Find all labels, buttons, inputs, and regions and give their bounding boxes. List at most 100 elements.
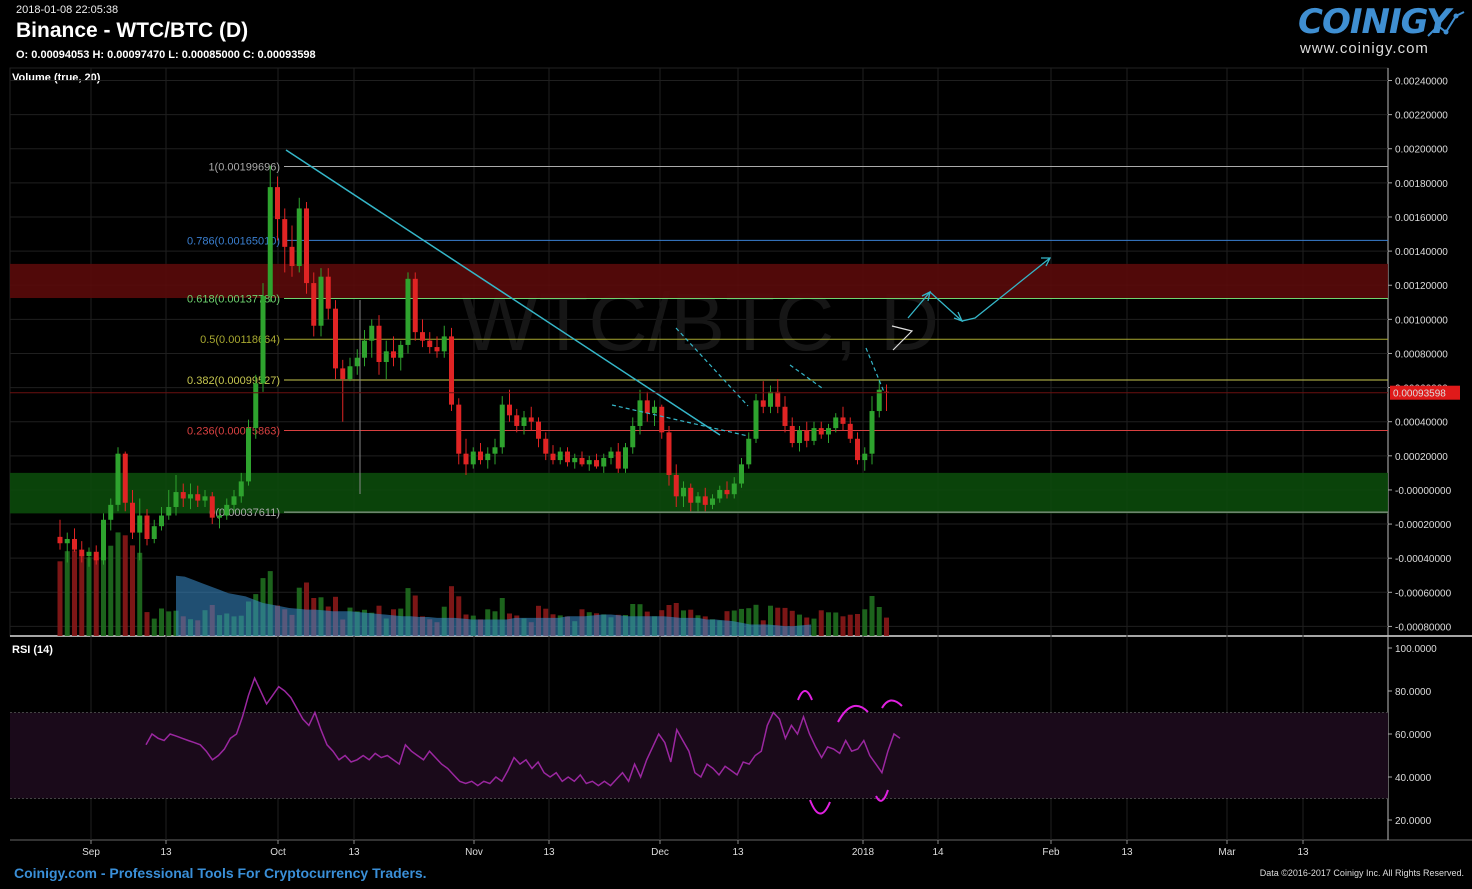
candle-body xyxy=(195,494,201,501)
volume-bar xyxy=(818,610,824,636)
candle-body xyxy=(108,504,114,520)
fib-label: 0.236(0.00075863) xyxy=(187,426,280,438)
volume-bar xyxy=(108,545,114,636)
candle-body xyxy=(869,411,875,454)
volume-bar xyxy=(151,618,157,636)
candle-body xyxy=(137,515,143,533)
volume-bar xyxy=(847,614,853,636)
candle-body xyxy=(652,406,657,414)
last-price-label: 0.00093598 xyxy=(1393,389,1446,400)
candle-body xyxy=(557,451,563,461)
candle-body xyxy=(485,453,491,461)
candle-body xyxy=(862,453,868,461)
candle-body xyxy=(507,404,512,416)
candle-body xyxy=(601,457,607,467)
candle-body xyxy=(724,489,730,495)
x-tick-label: 13 xyxy=(348,847,360,858)
x-tick-label: 2018 xyxy=(852,847,875,858)
candle-body xyxy=(275,187,280,220)
volume-bar xyxy=(57,561,63,636)
candle-body xyxy=(659,406,665,433)
y-tick-label: -0.00060000 xyxy=(1395,588,1452,599)
rsi-tick-label: 20.0000 xyxy=(1395,816,1432,827)
candle-body xyxy=(253,383,259,429)
x-tick-label: Mar xyxy=(1218,847,1236,858)
footer-tagline[interactable]: Coinigy.com - Professional Tools For Cry… xyxy=(14,865,427,881)
candle-body xyxy=(673,475,679,497)
volume-bar xyxy=(115,532,121,636)
y-tick-label: 0.00040000 xyxy=(1395,418,1448,429)
volume-bar xyxy=(855,614,860,636)
candle-body xyxy=(594,460,599,467)
candle-body xyxy=(101,519,106,561)
fib-label: 0.618(0.00137780) xyxy=(187,293,280,305)
candle-body xyxy=(739,464,744,484)
fib-label: 0.786(0.00165010) xyxy=(187,235,280,247)
candle-body xyxy=(470,451,476,465)
candle-body xyxy=(362,340,367,358)
candle-body xyxy=(180,492,186,499)
candle-body xyxy=(151,526,157,539)
candle-body xyxy=(159,515,164,527)
candle-body xyxy=(840,417,846,424)
candle-body xyxy=(536,421,541,439)
candle-body xyxy=(449,336,454,405)
volume-bar xyxy=(166,611,172,636)
chart-canvas[interactable]: Sep 13 Oct 13 Nov 13 Dec 13 2018 14 Feb 13 Mar 13 0.00… xyxy=(0,0,1472,889)
rsi-tick-label: 40.0000 xyxy=(1395,773,1432,784)
candle-body xyxy=(608,451,614,458)
volume-bar xyxy=(869,596,875,636)
candle-body xyxy=(833,417,839,429)
candle-body xyxy=(369,325,375,341)
candle-body xyxy=(340,368,346,380)
candle-body xyxy=(731,483,737,495)
candle-body xyxy=(217,515,222,518)
volume-bar xyxy=(122,535,128,636)
volume-bar xyxy=(826,612,831,636)
candle-body xyxy=(202,496,208,501)
candle-body xyxy=(130,502,135,533)
candle-body xyxy=(267,187,273,296)
x-tick-label: Dec xyxy=(651,847,669,858)
candle-body xyxy=(811,428,817,441)
x-tick-label: Nov xyxy=(465,847,483,858)
candle-body xyxy=(57,536,63,544)
volume-bar xyxy=(884,617,889,636)
x-tick-label: 13 xyxy=(160,847,172,858)
candle-body xyxy=(753,400,759,439)
candle-body xyxy=(623,447,628,469)
candle-body xyxy=(434,347,440,352)
candle-body xyxy=(412,278,418,333)
candle-body xyxy=(427,340,433,348)
candle-body xyxy=(122,453,128,503)
x-tick-label: 13 xyxy=(1297,847,1309,858)
volume-bar xyxy=(93,557,99,636)
volume-bar xyxy=(833,612,839,636)
candle-body xyxy=(224,504,230,516)
candle-body xyxy=(325,276,331,309)
y-tick-label: 0.00240000 xyxy=(1395,77,1448,88)
candle-body xyxy=(478,451,483,461)
candle-body xyxy=(579,457,585,465)
rsi-tick-label: 60.0000 xyxy=(1395,730,1432,741)
volume-bar xyxy=(811,618,817,636)
candle-body xyxy=(441,336,447,352)
candle-body xyxy=(789,425,795,444)
candle-body xyxy=(260,295,266,384)
candle-body xyxy=(376,325,382,362)
candle-body xyxy=(637,400,643,426)
candle-body xyxy=(826,428,831,435)
candle-body xyxy=(93,551,99,561)
candle-body xyxy=(398,344,404,358)
candle-body xyxy=(688,487,694,503)
candle-body xyxy=(405,278,411,345)
volume-bar xyxy=(79,554,85,636)
flag-line-1 xyxy=(789,364,823,389)
candle-body xyxy=(528,417,534,422)
candle-body xyxy=(456,404,462,454)
candle-body xyxy=(710,498,715,505)
candle-body xyxy=(797,430,802,444)
y-tick-label: 0.00100000 xyxy=(1395,315,1448,326)
fib-label: 1(0.00199696) xyxy=(208,161,280,173)
candle-body xyxy=(173,492,179,507)
